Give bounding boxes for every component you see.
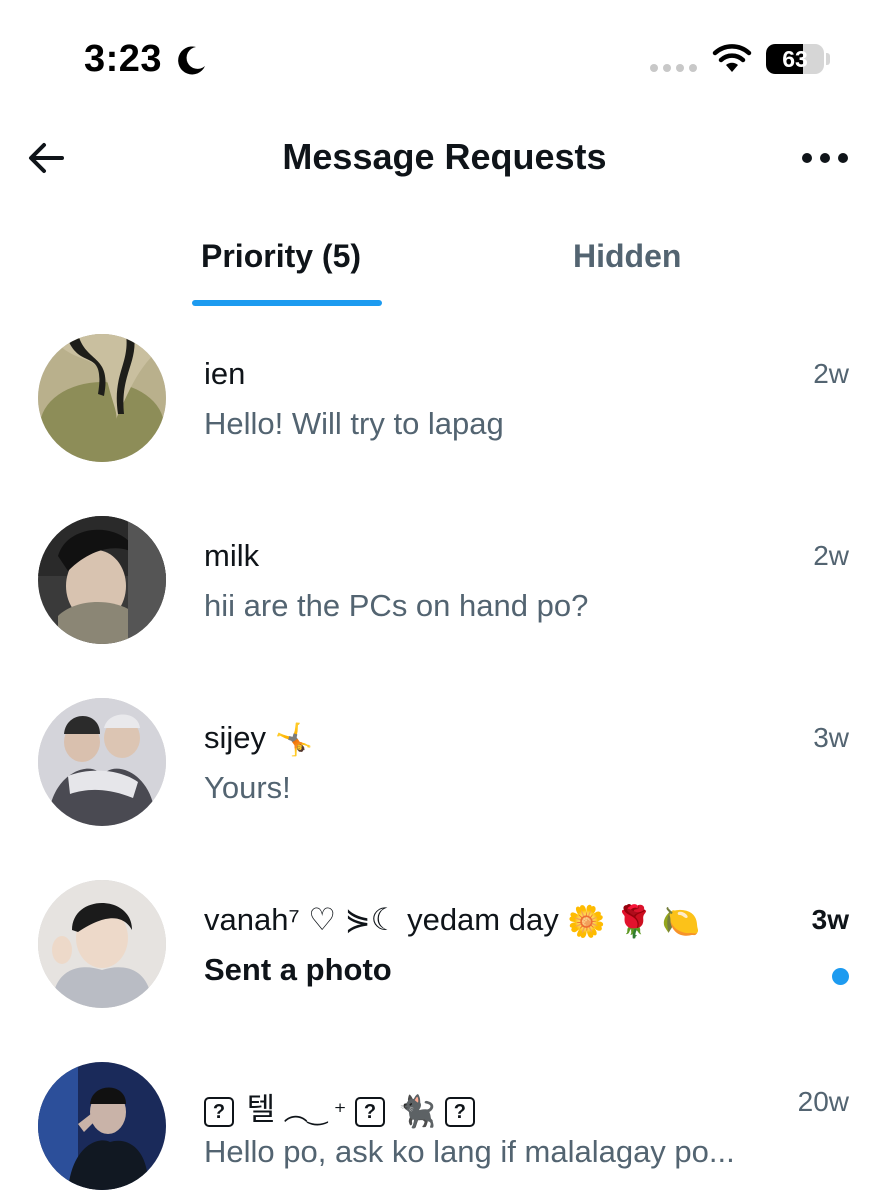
message-snippet: Hello! Will try to lapag bbox=[204, 406, 504, 441]
active-tab-indicator bbox=[192, 300, 382, 306]
tab-hidden[interactable]: Hidden bbox=[573, 238, 681, 275]
message-time: 2w bbox=[813, 358, 849, 389]
message-snippet: hii are the PCs on hand po? bbox=[204, 588, 589, 623]
message-snippet: Hello po, ask ko lang if malalagay po... bbox=[204, 1134, 735, 1169]
moon-icon bbox=[178, 46, 205, 75]
unsupported-glyph-icon: ? bbox=[444, 1096, 475, 1127]
sender-name: ien bbox=[204, 356, 246, 391]
message-time: 3w bbox=[813, 722, 849, 753]
avatar bbox=[38, 516, 166, 644]
unsupported-glyph-icon: ? bbox=[355, 1096, 386, 1127]
tab-priority[interactable]: Priority (5) bbox=[201, 238, 361, 275]
wifi-icon bbox=[712, 44, 752, 72]
conversation-item-unread[interactable]: vanah⁷ ♡ ⋟☾ yedam day 🌼 🌹 🍋 Sent a photo… bbox=[0, 880, 889, 1040]
black-cat-emoji: 🐈‍⬛ bbox=[397, 1094, 437, 1130]
avatar bbox=[38, 1062, 166, 1190]
name-decoration: ︵‿ ⁺ bbox=[283, 1099, 347, 1126]
avatar bbox=[38, 334, 166, 462]
sender-name: milk bbox=[204, 538, 260, 573]
battery-nub bbox=[826, 53, 830, 65]
conversation-item[interactable]: milk hii are the PCs on hand po? 2w bbox=[0, 516, 889, 676]
message-snippet: Yours! bbox=[204, 770, 291, 805]
battery-icon: 63 bbox=[766, 44, 824, 74]
avatar bbox=[38, 880, 166, 1008]
cartwheel-emoji: 🤸 bbox=[274, 722, 314, 758]
more-options-icon[interactable] bbox=[802, 152, 848, 164]
sender-name: vanah⁷ ♡ ⋟☾ yedam day 🌼 🌹 🍋 bbox=[204, 902, 701, 940]
message-time: 2w bbox=[813, 540, 849, 571]
sender-name: ? 텔 ︵‿ ⁺ ? 🐈‍⬛ ? bbox=[204, 1084, 479, 1130]
message-requests-screen: 3:23 63 Message Requests Priority (5) Hi… bbox=[0, 0, 889, 1200]
unsupported-glyph-icon: ? bbox=[204, 1096, 234, 1127]
message-time: 3w bbox=[811, 904, 849, 935]
message-time: 20w bbox=[797, 1086, 849, 1117]
conversation-item[interactable]: ? 텔 ︵‿ ⁺ ? 🐈‍⬛ ? Hello po, ask ko lang i… bbox=[0, 1062, 889, 1200]
unread-indicator bbox=[832, 968, 849, 985]
flower-rose-lemon-emoji: 🌼 🌹 🍋 bbox=[567, 904, 701, 940]
status-time: 3:23 bbox=[84, 38, 163, 80]
request-tabs: Priority (5) Hidden bbox=[0, 220, 889, 310]
status-bar: 3:23 63 bbox=[0, 0, 889, 110]
signal-dots-icon bbox=[650, 64, 697, 72]
battery-percent: 63 bbox=[782, 46, 808, 72]
message-snippet: Sent a photo bbox=[204, 952, 392, 987]
conversation-item[interactable]: sijey 🤸 Yours! 3w bbox=[0, 698, 889, 858]
conversation-item[interactable]: ien Hello! Will try to lapag 2w bbox=[0, 334, 889, 494]
page-title: Message Requests bbox=[282, 136, 607, 177]
sender-name: sijey 🤸 bbox=[204, 720, 314, 758]
avatar bbox=[38, 698, 166, 826]
